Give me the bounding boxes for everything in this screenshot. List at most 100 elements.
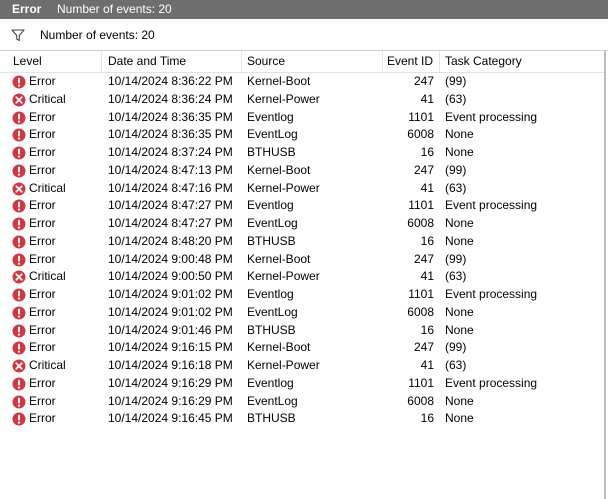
error-icon [12,111,26,124]
error-icon [12,164,26,178]
task-category-cell: (63) [445,91,467,106]
table-row[interactable]: Error 10/14/2024 8:47:27 PM Eventlog 1101 Ev… [0,197,604,215]
table-row[interactable]: Error 10/14/2024 9:01:46 PM BTHUSB 16 None [0,322,604,340]
task-category-cell: (63) [445,269,467,284]
event-id-cell: 6008 [407,304,434,319]
task-category-cell: (99) [445,74,467,88]
task-category-cell: None [445,411,474,426]
table-row[interactable]: Error 10/14/2024 9:16:15 PM Kernel-Boot 247… [0,339,604,357]
table-row[interactable]: Critical 10/14/2024 8:36:24 PM Kernel-Powe… [0,91,604,109]
event-id-cell: 1101 [408,198,434,213]
level-cell: Critical [29,91,66,106]
source-cell: BTHUSB [247,145,296,159]
task-category-cell: None [445,145,474,159]
level-cell: Error [29,251,56,266]
source-cell: Kernel-Boot [247,162,311,177]
level-cell: Error [29,304,56,319]
table-row[interactable]: Error 10/14/2024 8:47:13 PM Kernel-Boot 247… [0,162,604,180]
date-time-cell: 10/14/2024 8:37:24 PM [108,145,233,159]
source-cell: BTHUSB [247,233,296,248]
table-header: Level Date and Time Source Event ID Task… [0,51,604,73]
event-id-cell: 16 [420,322,434,337]
level-cell: Critical [29,269,66,284]
window-title: Error [12,2,42,16]
event-id-cell: 1101 [408,375,434,390]
table-row[interactable]: Error 10/14/2024 8:37:24 PM BTHUSB 16 None [0,144,604,162]
source-cell: Kernel-Power [247,91,320,106]
date-time-cell: 10/14/2024 8:48:20 PM [108,233,233,248]
level-cell: Error [29,198,56,213]
filter-icon[interactable] [11,28,25,42]
level-cell: Error [29,287,56,301]
table-row[interactable]: Error 10/14/2024 8:47:27 PM EventLog 6008 No… [0,215,604,233]
error-icon [12,341,26,355]
level-cell: Error [29,375,56,390]
level-cell: Error [29,340,56,355]
source-cell: EventLog [247,127,298,142]
level-cell: Error [29,145,56,159]
column-header-level[interactable]: Level [0,51,102,72]
table-row[interactable]: Error 10/14/2024 9:16:29 PM Eventlog 1101 Ev… [0,375,604,393]
error-icon [12,306,26,320]
source-cell: EventLog [247,304,298,319]
column-header-event-id[interactable]: Event ID [383,51,440,72]
task-category-cell: None [445,304,474,319]
table-row[interactable]: Error 10/14/2024 9:01:02 PM EventLog 6008 No… [0,304,604,322]
error-icon [12,377,26,391]
table-row[interactable]: Critical 10/14/2024 9:16:18 PM Kernel-Powe… [0,357,604,375]
table-row[interactable]: Error 10/14/2024 9:16:45 PM BTHUSB 16 None [0,410,604,428]
title-bar: Error Number of events: 20 [0,0,608,19]
date-time-cell: 10/14/2024 9:00:50 PM [108,269,233,284]
table-row[interactable]: Error 10/14/2024 8:36:35 PM Eventlog 1101 Ev… [0,109,604,127]
table-row[interactable]: Error 10/14/2024 9:16:29 PM EventLog 6008 No… [0,393,604,411]
task-category-cell: None [445,393,474,408]
source-cell: Eventlog [247,198,294,213]
event-id-cell: 41 [420,269,434,284]
date-time-cell: 10/14/2024 9:16:29 PM [108,393,233,408]
event-id-cell: 1101 [408,109,434,124]
table-row[interactable]: Error 10/14/2024 9:01:02 PM Eventlog 1101 Ev… [0,286,604,304]
date-time-cell: 10/14/2024 9:01:46 PM [108,322,233,337]
task-category-cell: Event processing [445,287,538,301]
task-category-cell: Event processing [445,198,538,213]
task-category-cell: Event processing [445,109,538,124]
error-icon [12,199,26,213]
source-cell: Kernel-Power [247,180,320,195]
table-row[interactable]: Error 10/14/2024 9:00:48 PM Kernel-Boot 247… [0,251,604,269]
source-cell: Kernel-Boot [247,251,311,266]
error-icon [12,75,26,89]
error-icon [12,235,26,249]
table-row[interactable]: Critical 10/14/2024 8:47:16 PM Kernel-Powe… [0,180,604,198]
events-table-body: Error 10/14/2024 8:36:22 PM Kernel-Boot 247… [0,73,604,428]
date-time-cell: 10/14/2024 8:36:35 PM [108,109,233,124]
level-cell: Error [29,127,56,142]
column-header-source[interactable]: Source [242,51,383,72]
task-category-cell: None [445,233,474,248]
table-row[interactable]: Critical 10/14/2024 9:00:50 PM Kernel-Powe… [0,268,604,286]
table-row[interactable]: Error 10/14/2024 8:36:22 PM Kernel-Boot 247… [0,73,604,91]
table-row[interactable]: Error 10/14/2024 8:36:35 PM EventLog 6008 No… [0,126,604,144]
event-id-cell: 6008 [407,393,434,408]
task-category-cell: Event processing [445,375,538,390]
task-category-cell: (99) [445,251,467,266]
event-id-cell: 1101 [408,287,434,301]
column-header-task-category[interactable]: Task Category [440,51,604,72]
event-id-cell: 247 [413,74,434,88]
task-category-cell: None [445,127,474,142]
table-row[interactable]: Error 10/14/2024 8:48:20 PM BTHUSB 16 None [0,233,604,251]
column-header-date-time[interactable]: Date and Time [102,51,242,72]
event-id-cell: 6008 [407,127,434,142]
task-category-cell: (63) [445,180,467,195]
source-cell: Eventlog [247,287,294,301]
error-icon [12,324,26,337]
event-id-cell: 247 [413,162,434,177]
source-cell: EventLog [247,216,298,230]
level-cell: Error [29,393,56,408]
level-cell: Error [29,74,56,88]
error-icon [12,395,26,408]
level-cell: Error [29,411,56,426]
task-category-cell: None [445,216,474,230]
date-time-cell: 10/14/2024 9:16:45 PM [108,411,233,426]
task-category-cell: (99) [445,340,467,355]
error-icon [12,288,26,302]
